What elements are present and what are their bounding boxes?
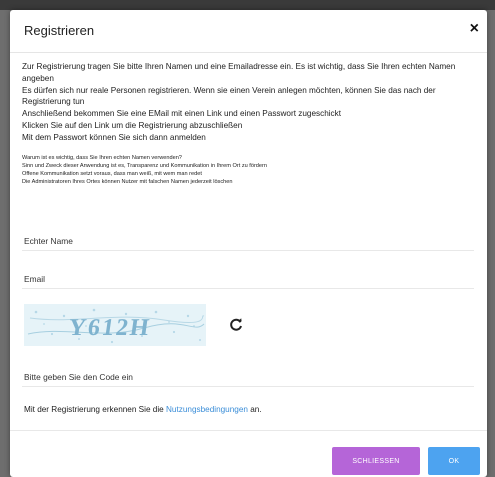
dialog-body: Zur Registrierung tragen Sie bitte Ihren… xyxy=(10,61,487,186)
dialog-footer: SCHLIESSEN OK xyxy=(10,430,487,477)
terms-suffix: an. xyxy=(250,405,262,414)
intro-line: Es dürfen sich nur reale Personen regist… xyxy=(22,85,436,107)
ok-button[interactable]: OK xyxy=(428,447,480,475)
close-button[interactable]: SCHLIESSEN xyxy=(332,447,420,475)
intro-line: Anschließend bekommen Sie eine EMail mit… xyxy=(22,109,342,119)
email-field[interactable]: Email xyxy=(22,266,474,289)
captcha-image: Y612H xyxy=(24,304,206,346)
page-backdrop xyxy=(0,0,495,10)
dialog-header: Registrieren × xyxy=(10,10,487,53)
intro-text: Zur Registrierung tragen Sie bitte Ihren… xyxy=(22,61,475,144)
terms-link[interactable]: Nutzungsbedingungen xyxy=(166,405,248,414)
captcha-code-field[interactable]: Bitte geben Sie den Code ein xyxy=(22,364,474,387)
email-field-label: Email xyxy=(24,274,45,284)
info-line: Warum ist es wichtig, dass Sie Ihren ech… xyxy=(22,154,182,161)
info-line: Sinn und Zweck dieser Anwendung ist es, … xyxy=(22,162,268,169)
captcha-code-label: Bitte geben Sie den Code ein xyxy=(24,372,133,382)
info-text: Warum ist es wichtig, dass Sie Ihren ech… xyxy=(22,154,475,187)
refresh-captcha-icon[interactable] xyxy=(228,317,244,333)
terms-text: Mit der Registrierung erkennen Sie die N… xyxy=(24,405,262,414)
intro-line: Klicken Sie auf den Link um die Registri… xyxy=(22,120,243,130)
terms-prefix: Mit der Registrierung erkennen Sie die xyxy=(24,405,164,414)
info-line: Offene Kommunikation setzt voraus, dass … xyxy=(22,170,202,177)
name-field[interactable]: Echter Name xyxy=(22,228,474,251)
close-icon[interactable]: × xyxy=(470,20,479,38)
info-line: Die Administratoren Ihres Ortes können N… xyxy=(22,179,233,186)
dialog-title: Registrieren xyxy=(24,23,95,38)
registration-dialog: Registrieren × Zur Registrierung tragen … xyxy=(10,10,487,477)
captcha-code: Y612H xyxy=(67,315,153,341)
intro-line: Zur Registrierung tragen Sie bitte Ihren… xyxy=(22,62,456,83)
name-field-label: Echter Name xyxy=(24,236,73,246)
intro-line: Mit dem Passwort können Sie sich dann an… xyxy=(22,132,206,142)
